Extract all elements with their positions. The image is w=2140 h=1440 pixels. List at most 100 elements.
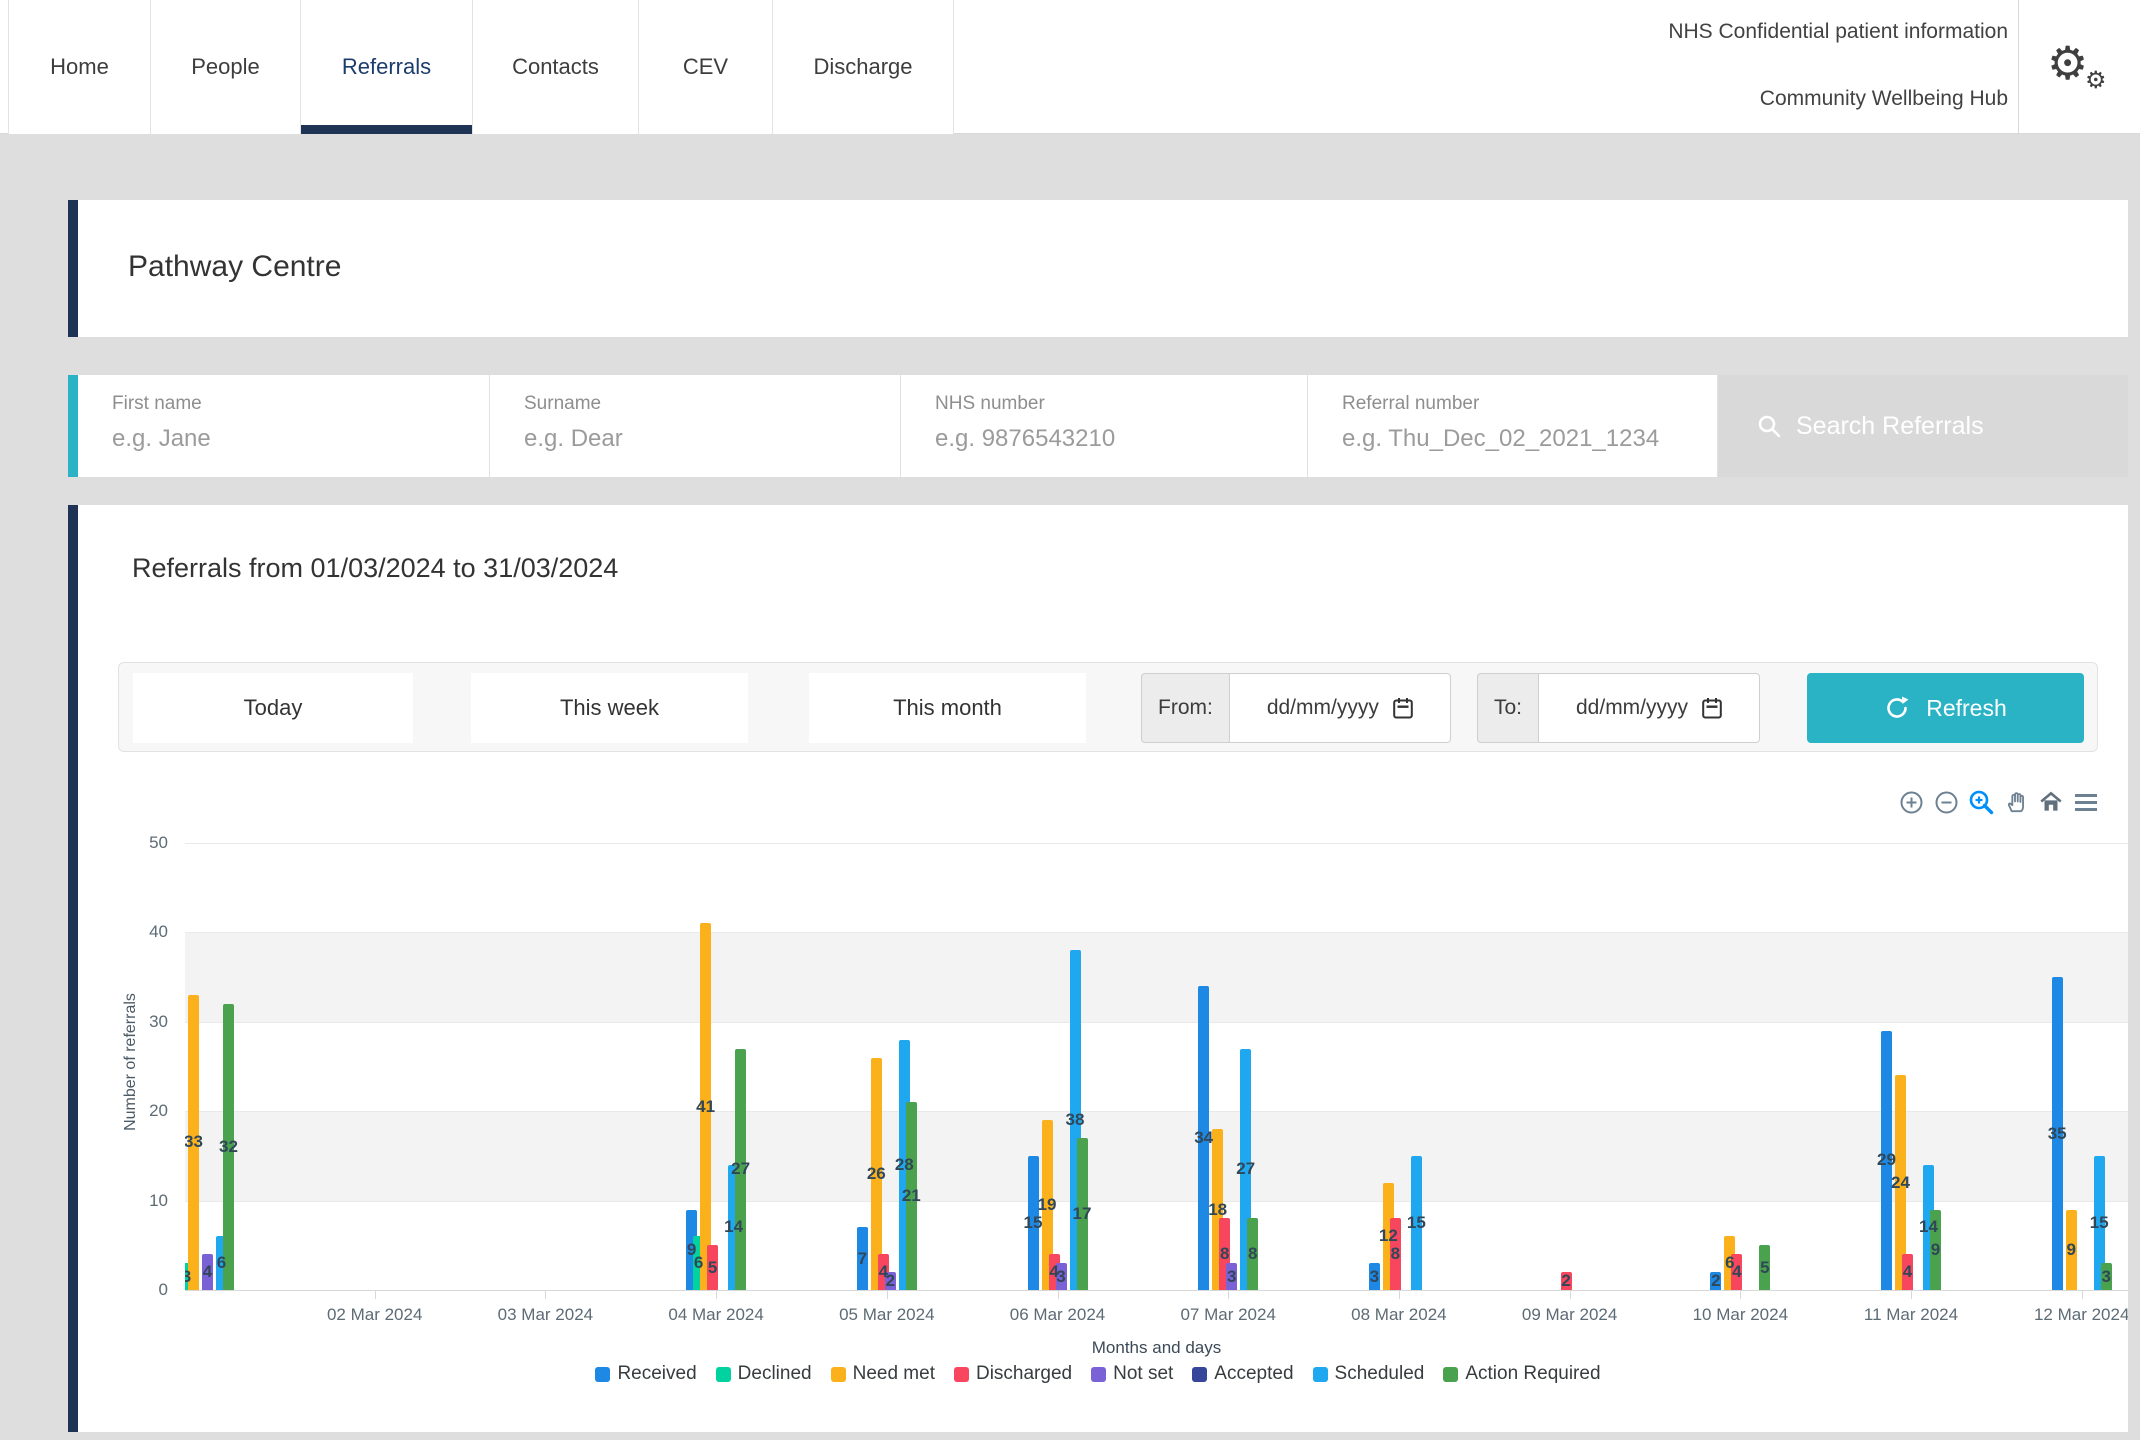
legend-label: Declined [738,1363,812,1385]
field-label: NHS number [935,393,1307,415]
chart-controls: Today This week This month From: dd/mm/y… [118,662,2098,752]
x-axis-tick: 10 Mar 2024 [1693,1305,1788,1325]
nav-tab-people[interactable]: People [150,0,300,134]
x-axis-line [185,1290,2128,1291]
to-date-input[interactable]: dd/mm/yyyy [1538,673,1760,743]
bar-value-label: 27 [1236,1159,1255,1179]
legend-item-accepted[interactable]: Accepted [1192,1363,1293,1385]
x-axis-tick: 07 Mar 2024 [1180,1305,1275,1325]
nav-tab-discharge[interactable]: Discharge [772,0,954,134]
bar-value-label: 15 [1407,1213,1426,1233]
gridline [185,932,2128,933]
today-button[interactable]: Today [133,673,413,743]
legend-item-discharged[interactable]: Discharged [954,1363,1072,1385]
legend-item-not-set[interactable]: Not set [1091,1363,1173,1385]
nav-tab-contacts[interactable]: Contacts [472,0,638,134]
bar-value-label: 7 [858,1249,867,1269]
bar-value-label: 4 [203,1262,212,1282]
menu-icon[interactable] [2073,789,2099,815]
y-axis-tick: 20 [88,1101,168,1121]
surname-field[interactable]: Surname e.g. Dear [490,375,901,477]
chart-toolbar [1898,789,2099,815]
x-axis-tickmark [2082,1291,2083,1299]
legend-marker [1443,1367,1458,1382]
legend-item-scheduled[interactable]: Scheduled [1313,1363,1425,1385]
bar-value-label: 26 [867,1164,886,1184]
bar-value-label: 24 [1891,1173,1910,1193]
x-axis-tickmark [887,1291,888,1299]
card-accent [68,200,78,337]
bar-value-label: 14 [1919,1217,1938,1237]
pathway-centre-card: Pathway Centre [68,200,2128,337]
legend-item-received[interactable]: Received [595,1363,696,1385]
field-placeholder: e.g. Thu_Dec_02_2021_1234 [1342,425,1717,453]
x-axis-tickmark [716,1291,717,1299]
refresh-label: Refresh [1926,695,2007,722]
x-axis-title: Months and days [185,1338,2128,1358]
home-icon[interactable] [2038,789,2064,815]
legend-marker [1313,1367,1328,1382]
legend-item-declined[interactable]: Declined [716,1363,812,1385]
legend-item-need-met[interactable]: Need met [831,1363,935,1385]
bar-value-label: 14 [724,1217,743,1237]
from-date-group: From: dd/mm/yyyy [1141,673,1451,743]
chart-plot-area[interactable]: 7971534322935363341261918126249544882444… [185,843,2128,1290]
legend-label: Received [617,1363,696,1385]
nav-tab-cev[interactable]: CEV [638,0,772,134]
x-axis-tickmark [1058,1291,1059,1299]
bar-value-label: 6 [217,1253,226,1273]
referrals-chart-card: Referrals from 01/03/2024 to 31/03/2024 … [68,505,2128,1432]
page-title: Pathway Centre [128,250,341,284]
bar-value-label: 38 [1066,1110,1085,1130]
legend-label: Scheduled [1335,1363,1425,1385]
x-axis-tickmark [1740,1291,1741,1299]
y-axis-tick: 10 [88,1191,168,1211]
from-date-input[interactable]: dd/mm/yyyy [1229,673,1451,743]
referral-number-field[interactable]: Referral number e.g. Thu_Dec_02_2021_1234 [1308,375,1718,477]
legend-label: Action Required [1465,1363,1600,1385]
bar-value-label: 2 [1561,1271,1570,1290]
field-placeholder: e.g. Dear [524,425,900,453]
field-label: Referral number [1342,393,1717,415]
legend-label: Accepted [1214,1363,1293,1385]
zoom-in-icon[interactable] [1898,789,1924,815]
this-month-button[interactable]: This month [809,673,1086,743]
legend-item-action-required[interactable]: Action Required [1443,1363,1600,1385]
search-referrals-button[interactable]: Search Referrals [1718,375,2128,477]
bar-value-label: 21 [902,1186,921,1206]
bar-value-label: 2 [1711,1271,1720,1290]
x-axis-tick: 11 Mar 2024 [1864,1305,1958,1325]
nav-tab-referrals[interactable]: Referrals [300,0,472,134]
bar-value-label: 3 [185,1267,191,1287]
gridline [185,1111,2128,1112]
top-nav: HomePeopleReferralsContactsCEVDischarge … [0,0,2140,134]
bar-value-label: 33 [185,1132,203,1152]
field-label: Surname [524,393,900,415]
chart-legend: Received Declined Need met Discharged Not se… [68,1363,2128,1385]
legend-marker [1091,1367,1106,1382]
referrals-range-title: Referrals from 01/03/2024 to 31/03/2024 [132,553,618,584]
y-axis-tick: 40 [88,922,168,942]
this-week-button[interactable]: This week [471,673,748,743]
nhs-number-field[interactable]: NHS number e.g. 9876543210 [901,375,1308,477]
x-axis-tickmark [1399,1291,1400,1299]
legend-marker [716,1367,731,1382]
search-button-label: Search Referrals [1796,412,1984,441]
field-placeholder: e.g. 9876543210 [935,425,1307,453]
nav-tab-home[interactable]: Home [8,0,150,134]
legend-marker [1192,1367,1207,1382]
bar-value-label: 8 [1220,1244,1229,1264]
x-axis-tick: 12 Mar 2024 [2034,1305,2128,1325]
zoom-out-icon[interactable] [1933,789,1959,815]
first-name-field[interactable]: First namee.g. Jane [78,375,490,477]
bar-value-label: 9 [1931,1240,1940,1260]
selection-zoom-icon[interactable] [1968,789,1994,815]
refresh-button[interactable]: Refresh [1807,673,2084,743]
bar-value-label: 3 [2101,1267,2110,1287]
calendar-icon [1393,697,1413,719]
grid-stripe [185,932,2128,1021]
bar-value-label: 8 [1391,1244,1400,1264]
pan-icon[interactable] [2003,789,2029,815]
settings-button[interactable]: ⚙ ⚙ [2018,0,2140,134]
bar-value-label: 17 [1073,1204,1092,1224]
